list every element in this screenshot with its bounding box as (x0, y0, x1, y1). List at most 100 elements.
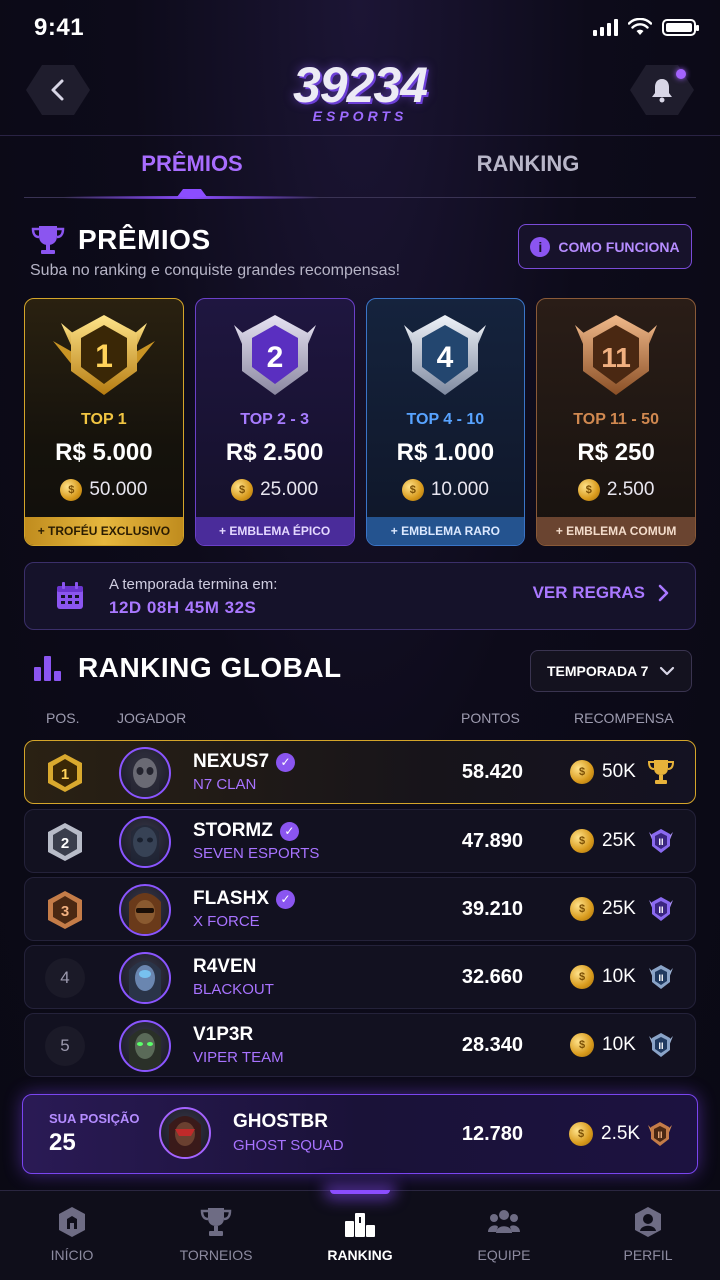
avatar (119, 816, 171, 868)
my-position-label: SUA POSIÇÃO (49, 1111, 140, 1126)
view-rules-button[interactable]: VER REGRAS (533, 583, 669, 603)
svg-text:2: 2 (61, 835, 69, 852)
prize-coins-value: 2.500 (606, 479, 655, 500)
prize-bonus: + TROFÉU EXCLUSIVO (25, 517, 183, 545)
prize-coins: $2.500 (577, 479, 655, 501)
my-position-card[interactable]: SUA POSIÇÃO 25 GHOSTBR GHOST SQUAD 12.78… (22, 1094, 698, 1174)
rank-position: 5 (45, 1026, 85, 1066)
tab-premios[interactable]: PRÊMIOS (24, 140, 360, 199)
nav-torneios[interactable]: TORNEIOS (144, 1191, 288, 1280)
prize-card-top2-3[interactable]: 2 TOP 2 - 3 R$ 2.500 $25.000 + EMBLEMA É… (194, 298, 355, 546)
profile-icon (635, 1207, 661, 1237)
bar-chart-icon (34, 656, 61, 681)
epic-rank-emblem-icon: 2 (210, 305, 340, 405)
prize-cards: 1 TOP 1 R$ 5.000 $50.000 + TROFÉU EXCLUS… (24, 298, 696, 546)
logo-subtitle: ESPORTS (312, 108, 408, 124)
season-ends-label: A temporada termina em: (109, 576, 278, 593)
gold-rank-badge-icon: 1 (48, 754, 82, 792)
ranking-row[interactable]: 3 FLASHX ✓ X FORCE 39.210 $25K II (24, 877, 696, 941)
player-reward: $50K (570, 760, 636, 784)
player-reward: $2.5K (569, 1122, 640, 1146)
player-points: 28.340 (461, 1034, 523, 1056)
col-reward: RECOMPENSA (574, 710, 674, 726)
prize-bonus: + EMBLEMA COMUM (537, 517, 695, 545)
chevron-down-icon (659, 666, 675, 676)
rare-emblem-icon: II (649, 965, 673, 989)
col-points: PONTOS (461, 710, 520, 726)
ranking-row[interactable]: 1 NEXUS7 ✓ N7 CLAN 58.420 $50K (24, 740, 696, 804)
ranking-row[interactable]: 2 STORMZ ✓ SEVEN ESPORTS 47.890 $25K II (24, 809, 696, 873)
prizes-subtitle: Suba no ranking e conquiste grandes reco… (30, 262, 401, 279)
epic-emblem-icon: II (649, 829, 673, 853)
avatar (119, 747, 171, 799)
prize-coins: $10.000 (401, 479, 489, 501)
player-points: 39.210 (461, 898, 523, 920)
coin-icon: $ (569, 1122, 593, 1146)
ranking-row[interactable]: 5 V1P3R VIPER TEAM 28.340 $10K II (24, 1013, 696, 1077)
coin-icon: $ (231, 479, 254, 501)
prize-card-top11-50[interactable]: 11 TOP 11 - 50 R$ 250 $2.500 + EMBLEMA C… (536, 298, 696, 546)
nav-ranking[interactable]: RANKING (288, 1190, 432, 1280)
player-name-text: NEXUS7 (193, 751, 270, 772)
verified-icon: ✓ (279, 821, 299, 841)
chevron-left-icon (51, 79, 64, 101)
coin-icon: $ (570, 1033, 594, 1057)
prizes-header: PRÊMIOS (30, 224, 211, 256)
prize-amount: R$ 5.000 (55, 439, 153, 466)
cellular-signal-icon (593, 18, 618, 36)
season-select[interactable]: TEMPORADA 7 (530, 650, 692, 692)
team-icon (488, 1210, 520, 1233)
prize-amount: R$ 2.500 (225, 439, 324, 466)
rare-emblem-icon: II (649, 1033, 673, 1057)
coin-icon: $ (570, 760, 594, 784)
reward-value: 10K (602, 966, 636, 987)
prize-bonus: + EMBLEMA RARO (366, 517, 525, 545)
prize-card-top4-10[interactable]: 4 TOP 4 - 10 R$ 1.000 $10.000 + EMBLEMA … (365, 298, 526, 546)
calendar-icon (57, 582, 83, 609)
home-icon (59, 1207, 85, 1237)
nav-label: PERFIL (623, 1247, 673, 1263)
badge-number-1: 1 (95, 338, 113, 374)
common-rank-emblem-icon: 11 (551, 305, 681, 405)
nav-equipe[interactable]: EQUIPE (432, 1191, 576, 1280)
nav-perfil[interactable]: PERFIL (576, 1191, 720, 1280)
player-name: NEXUS7 ✓ (193, 751, 296, 773)
player-points: 12.780 (461, 1123, 523, 1145)
how-it-works-button[interactable]: i COMO FUNCIONA (518, 224, 692, 269)
badge-number-2: 2 (266, 341, 283, 374)
svg-text:II: II (658, 837, 663, 847)
silver-rank-badge-icon: 2 (48, 823, 82, 861)
back-button[interactable] (26, 65, 90, 115)
reward-value: 2.5K (601, 1123, 641, 1144)
trophy-icon (647, 760, 675, 784)
coin-icon: $ (60, 479, 83, 501)
bell-icon (652, 79, 672, 103)
battery-icon (662, 18, 699, 36)
prize-amount: R$ 1.000 (396, 439, 495, 466)
avatar (119, 952, 171, 1004)
status-icons (593, 18, 699, 36)
app-logo: 39234 ESPORTS (240, 56, 480, 126)
epic-emblem-icon: II (649, 897, 673, 921)
view-rules-label: VER REGRAS (532, 583, 645, 602)
prize-coins-value: 50.000 (89, 479, 148, 500)
prize-tier: TOP 4 - 10 (406, 411, 485, 428)
tab-ranking[interactable]: RANKING (360, 140, 696, 197)
prize-card-top1[interactable]: 1 TOP 1 R$ 5.000 $50.000 + TROFÉU EXCLUS… (24, 298, 184, 546)
badge-number-11: 11 (601, 342, 631, 373)
rare-rank-emblem-icon: 4 (380, 305, 510, 405)
ranking-columns: POS. JOGADOR PONTOS RECOMPENSA (24, 710, 696, 730)
nav-inicio[interactable]: INÍCIO (0, 1191, 144, 1280)
prizes-title: PRÊMIOS (78, 224, 211, 255)
player-name: STORMZ ✓ (193, 820, 299, 842)
player-name-text: FLASHX (193, 888, 269, 909)
nav-label: TORNEIOS (179, 1247, 253, 1263)
reward-value: 25K (602, 830, 636, 851)
ranking-row[interactable]: 4 R4VEN BLACKOUT 32.660 $10K II (24, 945, 696, 1009)
coin-icon: $ (570, 965, 594, 989)
rank-position: 4 (45, 958, 85, 998)
avatar (119, 1020, 171, 1072)
coin-icon: $ (577, 479, 600, 501)
player-name: V1P3R (193, 1024, 253, 1046)
trophy-icon (200, 1208, 232, 1236)
